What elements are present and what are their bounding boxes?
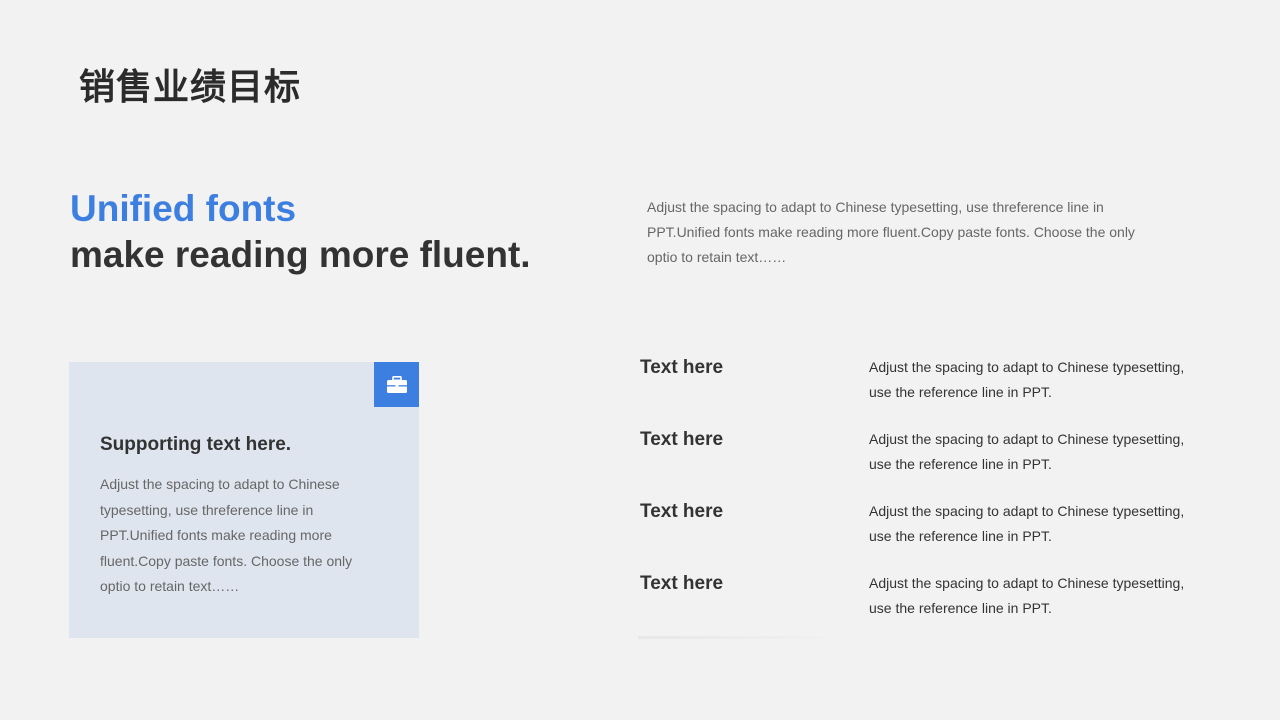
headline: Unified fonts make reading more fluent. [70,186,531,278]
card-text: Adjust the spacing to adapt to Chinese t… [100,476,353,594]
list-item-desc: Adjust the spacing to adapt to Chinese t… [869,575,1185,616]
list-item: Text here Adjust the spacing to adapt to… [640,427,1200,499]
list-item-desc: Adjust the spacing to adapt to Chinese t… [869,503,1185,544]
list-item-label: Text here [640,573,724,594]
list-item-desc: Adjust the spacing to adapt to Chinese t… [869,359,1185,400]
list-item-label: Text here [640,357,724,378]
list-item: Text here Adjust the spacing to adapt to… [640,571,1200,643]
list-item-label: Text here [640,501,724,522]
text-list: Text here Adjust the spacing to adapt to… [640,355,1200,643]
headline-accent: Unified fonts [70,188,297,229]
card-title: Supporting text here. [100,434,292,455]
divider [638,636,834,639]
headline-main: make reading more fluent. [70,234,531,275]
briefcase-icon [374,362,419,407]
page-title: 销售业绩目标 [79,67,302,108]
supporting-card: Supporting text here. Adjust the spacing… [69,362,419,638]
list-item: Text here Adjust the spacing to adapt to… [640,355,1200,427]
list-item: Text here Adjust the spacing to adapt to… [640,499,1200,571]
slide: 销售业绩目标 Unified fonts make reading more f… [0,0,1280,720]
list-item-label: Text here [640,429,724,450]
intro-paragraph: Adjust the spacing to adapt to Chinese t… [647,199,1135,265]
list-item-desc: Adjust the spacing to adapt to Chinese t… [869,431,1185,472]
